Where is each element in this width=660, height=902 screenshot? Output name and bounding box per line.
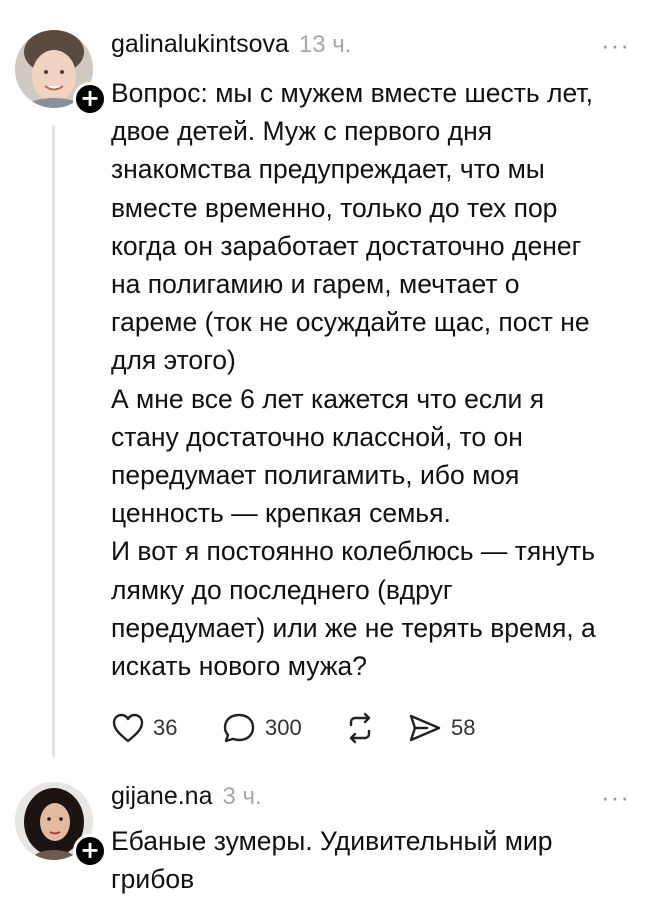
post-2-avatar-wrap[interactable]: + <box>15 782 107 868</box>
share-button[interactable]: 58 <box>407 708 475 748</box>
follow-plus-icon[interactable]: + <box>73 82 107 116</box>
share-count: 58 <box>451 715 476 740</box>
more-dots-icon[interactable]: ··· <box>601 782 630 813</box>
repost-arrows-icon <box>343 711 377 745</box>
username[interactable]: galinalukintsova <box>111 30 289 59</box>
timestamp: 3 ч. <box>222 783 262 810</box>
post-2-header: gijane.na 3 ч. <box>111 782 262 818</box>
thread-line <box>52 125 55 757</box>
reply-count: 300 <box>265 715 302 740</box>
repost-button[interactable] <box>343 708 385 748</box>
send-icon <box>407 712 443 744</box>
reply-button[interactable]: 300 <box>221 708 302 748</box>
like-count: 36 <box>153 715 178 740</box>
post-1-avatar-wrap[interactable]: + <box>15 30 107 116</box>
heart-icon <box>111 712 145 744</box>
username[interactable]: gijane.na <box>111 782 212 811</box>
post-2: + gijane.na 3 ч. ··· Ебаные зумеры. Удив… <box>0 770 660 902</box>
post-1: + galinalukintsova 13 ч. ··· Вопрос: мы … <box>0 0 660 770</box>
timestamp: 13 ч. <box>298 31 352 58</box>
more-dots-icon[interactable]: ··· <box>601 30 630 61</box>
follow-plus-icon[interactable]: + <box>73 834 107 868</box>
post-text: Вопрос: мы с мужем вместе шесть лет, дво… <box>111 78 596 682</box>
post-1-header: galinalukintsova 13 ч. <box>111 30 351 66</box>
speech-bubble-icon <box>221 711 257 745</box>
like-button[interactable]: 36 <box>111 708 177 748</box>
post-text: Ебаные зумеры. Удивительный мир грибов <box>111 826 553 895</box>
